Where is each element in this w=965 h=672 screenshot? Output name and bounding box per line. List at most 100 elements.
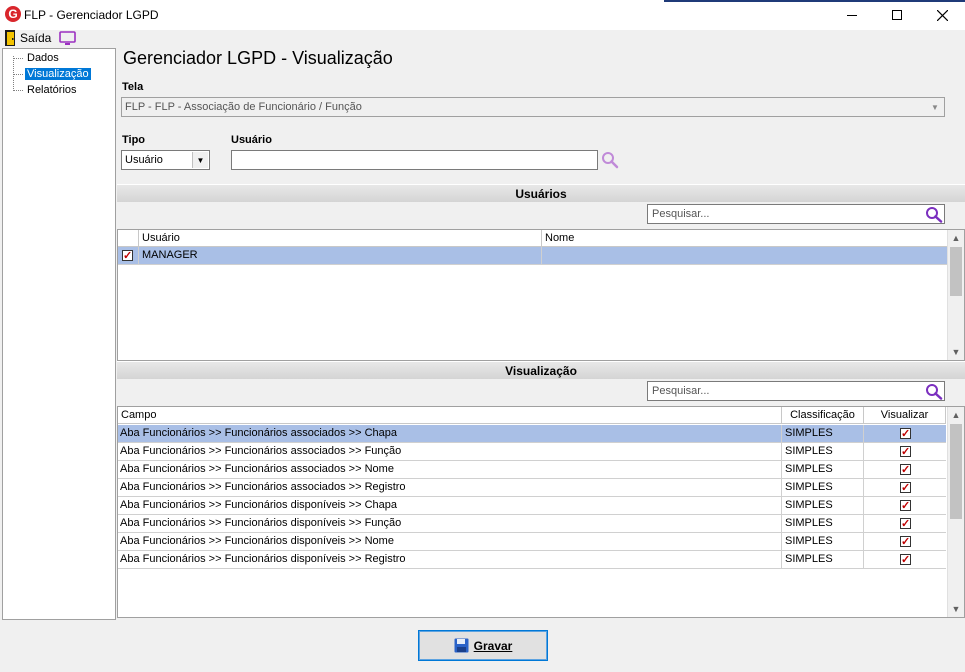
users-grid-check-header (118, 230, 139, 247)
save-button[interactable]: Gravar (418, 630, 548, 661)
view-grid-header-visualizar[interactable]: Visualizar (864, 407, 946, 424)
table-cell: SIMPLES (782, 533, 864, 551)
tipo-value: Usuário (125, 154, 163, 166)
app-logo-icon: G (5, 6, 21, 22)
table-row[interactable]: Aba Funcionários >> Funcionários disponí… (118, 533, 946, 551)
table-cell: SIMPLES (782, 443, 864, 461)
visualizar-checkbox[interactable] (900, 498, 911, 515)
visualizar-checkbox[interactable] (900, 552, 911, 569)
table-row[interactable]: Aba Funcionários >> Funcionários associa… (118, 479, 946, 497)
scroll-down-icon[interactable]: ▼ (948, 601, 964, 617)
page-title: Gerenciador LGPD - Visualização (123, 48, 393, 68)
users-section-title: Usuários (515, 186, 567, 201)
visualizar-checkbox[interactable] (900, 462, 911, 479)
table-cell: SIMPLES (782, 479, 864, 497)
view-section-title: Visualização (505, 363, 577, 378)
table-row[interactable]: Aba Funcionários >> Funcionários disponí… (118, 497, 946, 515)
table-cell (864, 551, 946, 569)
users-search-placeholder: Pesquisar... (652, 208, 710, 220)
view-section-header: Visualização (117, 361, 965, 379)
table-cell: SIMPLES (782, 425, 864, 443)
table-row[interactable]: Aba Funcionários >> Funcionários associa… (118, 461, 946, 479)
usuario-input[interactable] (231, 150, 598, 170)
table-row[interactable]: MANAGER (118, 247, 948, 265)
users-search-input[interactable]: Pesquisar... (647, 204, 945, 224)
tree-item-label: Dados (27, 52, 59, 64)
window-title: FLP - Gerenciador LGPD (24, 8, 159, 22)
tree-item-relatorios[interactable]: Relatórios (13, 83, 79, 97)
table-cell: Aba Funcionários >> Funcionários associa… (118, 443, 782, 461)
table-row[interactable]: Aba Funcionários >> Funcionários disponí… (118, 551, 946, 569)
tree-item-label: Visualização (25, 68, 91, 80)
table-row[interactable]: Aba Funcionários >> Funcionários associa… (118, 425, 946, 443)
chevron-down-icon: ▼ (192, 152, 208, 168)
save-label: Gravar (473, 638, 513, 653)
table-cell (864, 443, 946, 461)
table-row[interactable]: Aba Funcionários >> Funcionários disponí… (118, 515, 946, 533)
table-cell: SIMPLES (782, 551, 864, 569)
maximize-button[interactable] (874, 0, 920, 30)
tela-value: FLP - FLP - Associação de Funcionário / … (125, 101, 362, 113)
monitor-button[interactable] (59, 31, 77, 47)
door-exit-icon (5, 30, 15, 46)
close-icon (936, 9, 948, 21)
exit-menu[interactable]: Saída (2, 30, 52, 48)
table-cell (542, 247, 948, 265)
maximize-icon (892, 10, 902, 20)
users-grid-header-nome[interactable]: Nome (542, 230, 948, 247)
usuario-search-button[interactable] (601, 151, 621, 169)
tree-item-visualizacao[interactable]: Visualização (13, 67, 91, 81)
minimize-button[interactable] (829, 0, 875, 30)
users-grid-header-usuario[interactable]: Usuário (139, 230, 542, 247)
view-grid-header-campo[interactable]: Campo (118, 407, 782, 424)
view-search-placeholder: Pesquisar... (652, 385, 710, 397)
tela-label: Tela (122, 81, 144, 93)
table-cell: Aba Funcionários >> Funcionários disponí… (118, 533, 782, 551)
visualizar-checkbox[interactable] (900, 516, 911, 533)
view-grid-header-classificacao[interactable]: Classificação (782, 407, 864, 424)
users-grid-scrollbar[interactable]: ▲ ▼ (947, 230, 964, 360)
table-cell (864, 533, 946, 551)
visualizar-checkbox[interactable] (900, 480, 911, 497)
row-checkbox[interactable] (122, 248, 133, 265)
navigation-tree: Dados Visualização Relatórios (2, 48, 116, 620)
usuario-label: Usuário (231, 134, 272, 146)
close-button[interactable] (919, 0, 965, 30)
search-icon (602, 152, 619, 169)
scroll-up-icon[interactable]: ▲ (948, 230, 964, 246)
visualizar-checkbox[interactable] (900, 444, 911, 461)
table-cell: SIMPLES (782, 497, 864, 515)
scroll-thumb[interactable] (950, 424, 962, 519)
title-bar: G FLP - Gerenciador LGPD (0, 0, 965, 30)
table-cell (864, 515, 946, 533)
users-grid: Usuário Nome MANAGER ▲ ▼ (117, 229, 965, 361)
table-cell: Aba Funcionários >> Funcionários associa… (118, 479, 782, 497)
tree-item-dados[interactable]: Dados (13, 51, 61, 65)
table-cell (864, 497, 946, 515)
table-cell: Aba Funcionários >> Funcionários associa… (118, 425, 782, 443)
scroll-down-icon[interactable]: ▼ (948, 344, 964, 360)
tipo-select[interactable]: Usuário ▼ (121, 150, 210, 170)
table-cell: MANAGER (139, 247, 542, 265)
table-cell: SIMPLES (782, 461, 864, 479)
visualizar-checkbox[interactable] (900, 534, 911, 551)
tela-select[interactable]: FLP - FLP - Associação de Funcionário / … (121, 97, 945, 117)
menu-bar: Saída (0, 30, 965, 48)
view-grid: Campo Classificação Visualizar Aba Funci… (117, 406, 965, 618)
view-grid-scrollbar[interactable]: ▲ ▼ (947, 407, 964, 617)
scroll-thumb[interactable] (950, 247, 962, 296)
search-icon[interactable] (925, 206, 943, 223)
table-cell: SIMPLES (782, 515, 864, 533)
table-cell: Aba Funcionários >> Funcionários disponí… (118, 515, 782, 533)
search-icon[interactable] (925, 383, 943, 400)
scroll-up-icon[interactable]: ▲ (948, 407, 964, 423)
view-search-input[interactable]: Pesquisar... (647, 381, 945, 401)
tipo-label: Tipo (122, 134, 146, 146)
visualizar-checkbox[interactable] (900, 426, 911, 443)
exit-label: Saída (20, 31, 52, 45)
table-row[interactable]: Aba Funcionários >> Funcionários associa… (118, 443, 946, 461)
table-cell: Aba Funcionários >> Funcionários disponí… (118, 497, 782, 515)
chevron-down-icon: ▼ (931, 102, 939, 112)
floppy-disk-icon (454, 638, 469, 653)
users-section-header: Usuários (117, 184, 965, 202)
